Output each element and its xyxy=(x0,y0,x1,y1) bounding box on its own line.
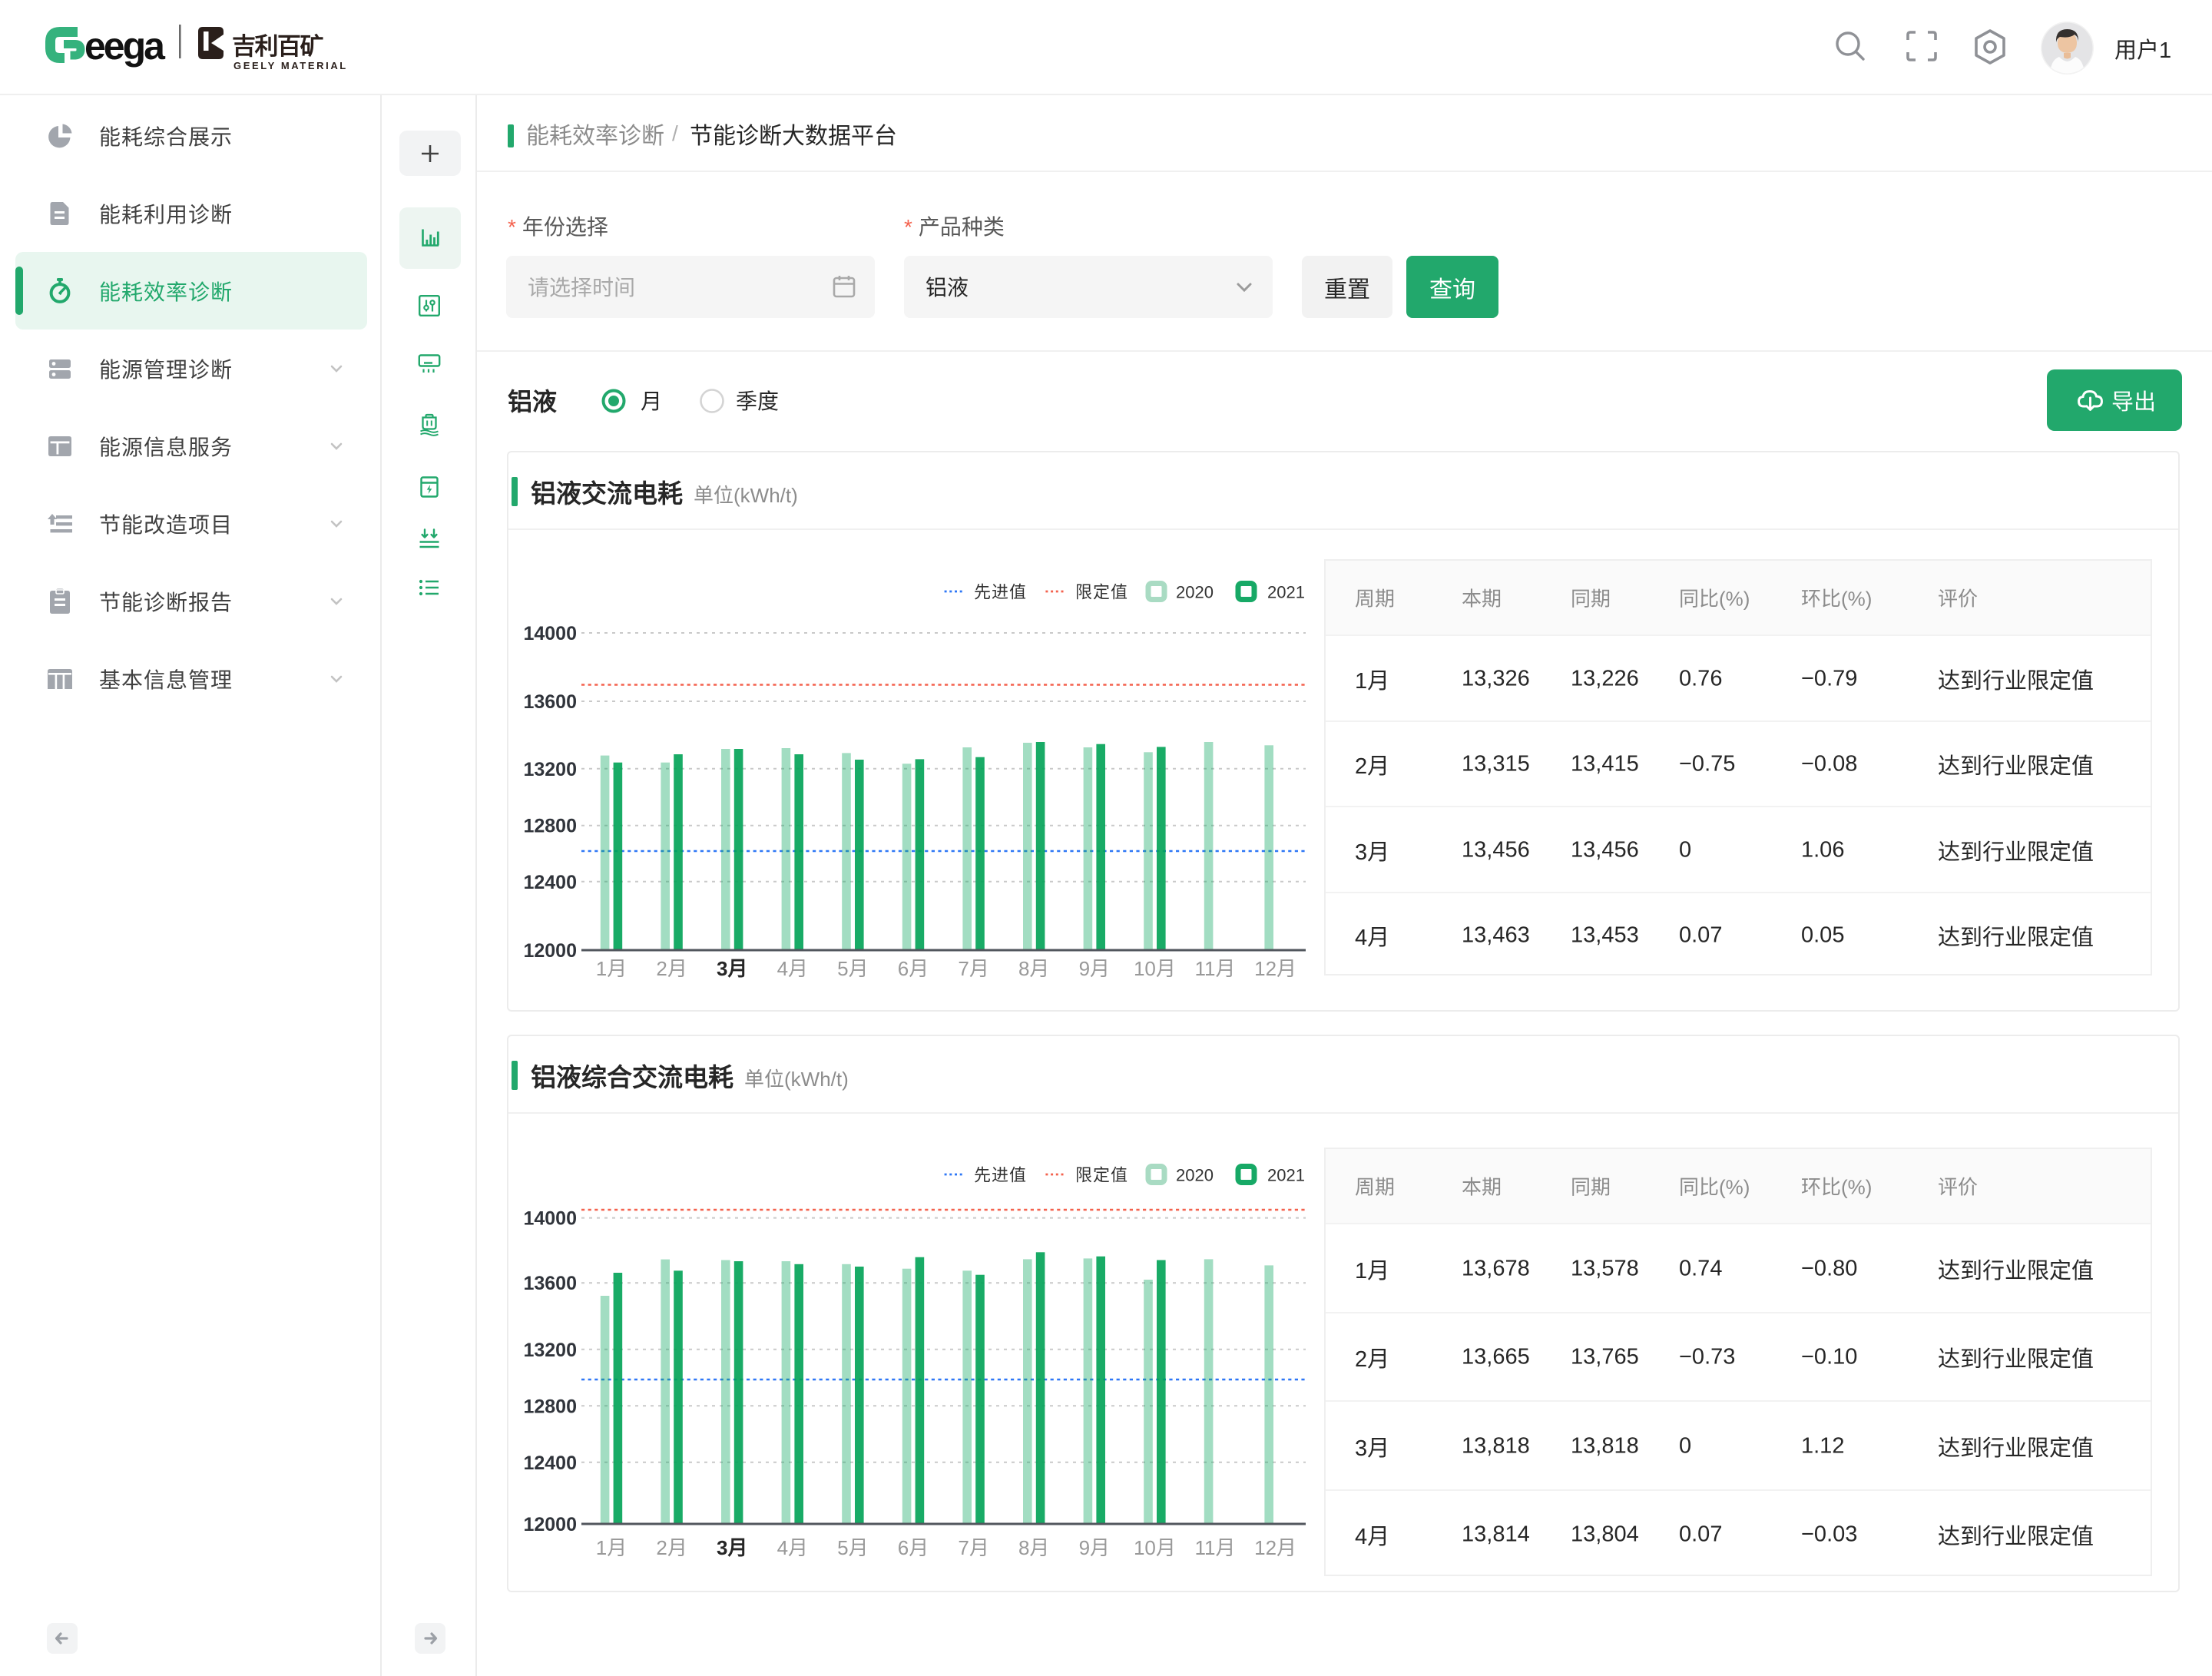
svg-text:5月: 5月 xyxy=(837,957,868,980)
svg-text:先进值: 先进值 xyxy=(974,1166,1027,1185)
svg-text:吉利百矿: 吉利百矿 xyxy=(232,33,323,60)
svg-text:限定值: 限定值 xyxy=(1075,583,1128,602)
svg-text:2021: 2021 xyxy=(1267,583,1305,602)
svg-text:6月: 6月 xyxy=(898,1536,929,1559)
svg-text:13200: 13200 xyxy=(523,759,577,780)
svg-text:5月: 5月 xyxy=(837,1536,868,1559)
svg-text:12800: 12800 xyxy=(523,816,577,837)
svg-text:12800: 12800 xyxy=(523,1396,577,1417)
svg-text:4月: 4月 xyxy=(777,957,808,980)
svg-text:12400: 12400 xyxy=(523,872,577,893)
svg-text:11月: 11月 xyxy=(1195,957,1236,980)
svg-text:9月: 9月 xyxy=(1079,957,1110,980)
svg-text:12月: 12月 xyxy=(1254,957,1296,980)
svg-text:13600: 13600 xyxy=(523,1273,577,1294)
svg-text:11月: 11月 xyxy=(1195,1536,1236,1559)
svg-text:12000: 12000 xyxy=(523,940,577,962)
svg-text:14000: 14000 xyxy=(523,1208,577,1230)
svg-text:6月: 6月 xyxy=(898,957,929,980)
svg-text:2021: 2021 xyxy=(1267,1166,1305,1185)
svg-text:先进值: 先进值 xyxy=(974,583,1027,602)
svg-text:14000: 14000 xyxy=(523,623,577,644)
svg-text:限定值: 限定值 xyxy=(1075,1166,1128,1185)
svg-text:GEELY MATERIAL: GEELY MATERIAL xyxy=(233,60,348,71)
svg-text:eega: eega xyxy=(84,25,166,68)
svg-text:12400: 12400 xyxy=(523,1452,577,1474)
svg-text:2月: 2月 xyxy=(656,1536,687,1559)
svg-text:7月: 7月 xyxy=(958,957,988,980)
svg-text:7月: 7月 xyxy=(958,1536,988,1559)
svg-text:10月: 10月 xyxy=(1134,1536,1176,1559)
svg-text:9月: 9月 xyxy=(1079,1536,1110,1559)
svg-text:4月: 4月 xyxy=(777,1536,808,1559)
svg-text:1月: 1月 xyxy=(596,957,627,980)
svg-text:8月: 8月 xyxy=(1018,1536,1049,1559)
svg-text:3月: 3月 xyxy=(717,1536,747,1559)
svg-text:8月: 8月 xyxy=(1018,957,1049,980)
svg-text:2020: 2020 xyxy=(1176,1166,1214,1185)
svg-text:12月: 12月 xyxy=(1254,1536,1296,1559)
svg-text:10月: 10月 xyxy=(1134,957,1176,980)
svg-text:3月: 3月 xyxy=(717,957,747,980)
svg-text:12000: 12000 xyxy=(523,1514,577,1535)
svg-text:13600: 13600 xyxy=(523,691,577,713)
svg-text:13200: 13200 xyxy=(523,1340,577,1361)
svg-text:2月: 2月 xyxy=(656,957,687,980)
svg-text:1月: 1月 xyxy=(596,1536,627,1559)
svg-text:2020: 2020 xyxy=(1176,583,1214,602)
